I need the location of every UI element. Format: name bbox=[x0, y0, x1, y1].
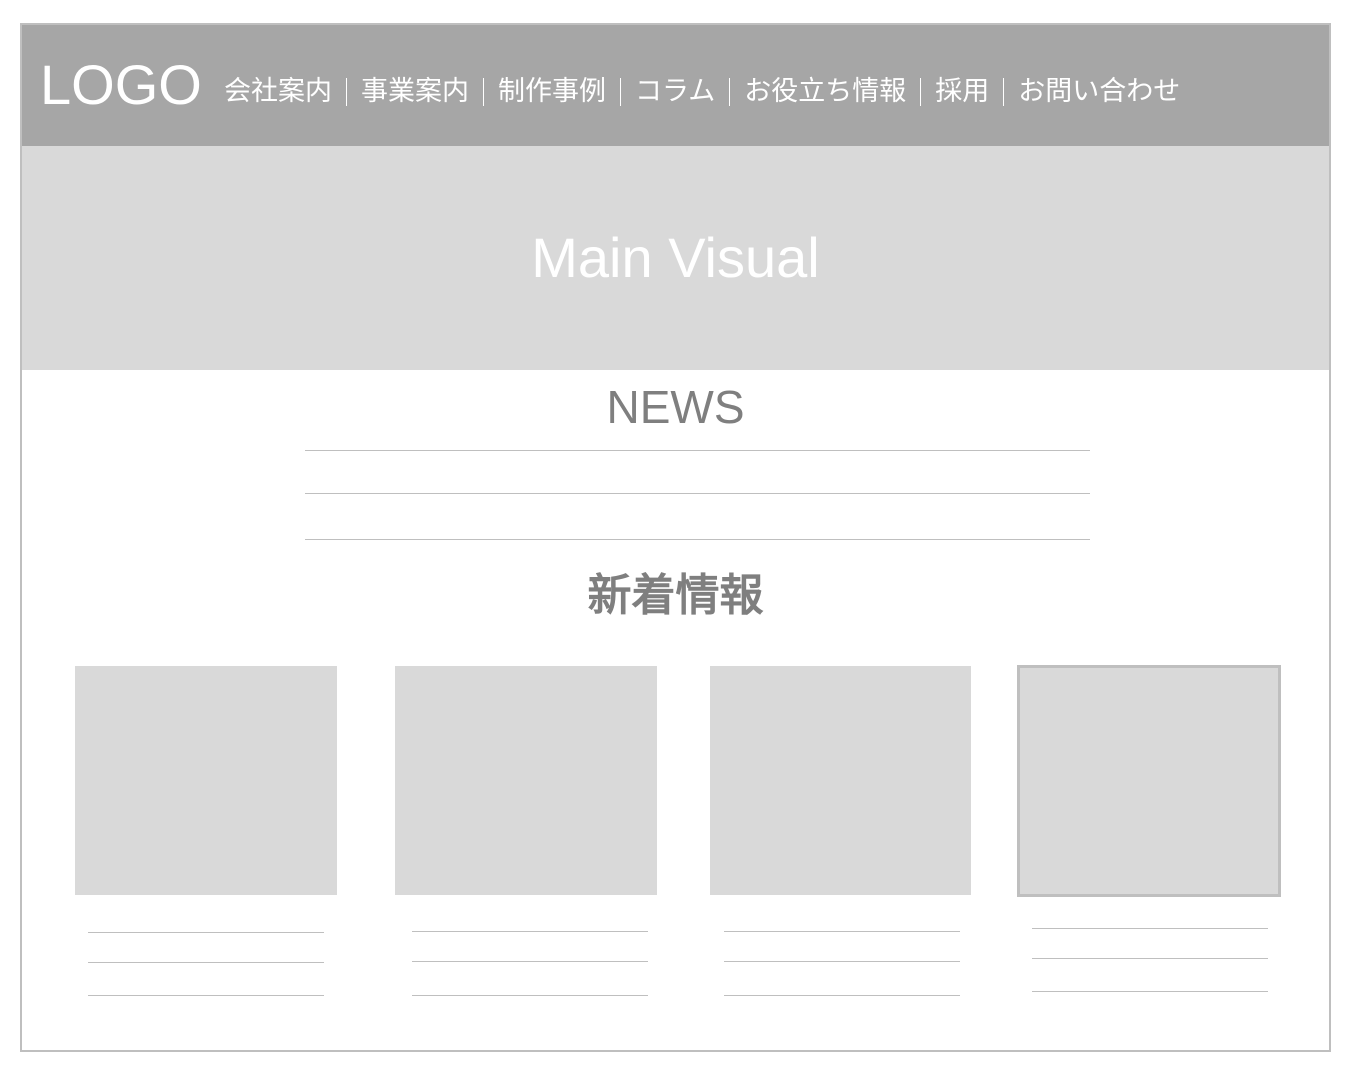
nav-item-business[interactable]: 事業案内 bbox=[361, 75, 469, 109]
nav-separator bbox=[729, 78, 731, 106]
site-header: LOGO 会社案内 事業案内 制作事例 コラム お役立ち情報 採用 お問い合わせ bbox=[22, 25, 1329, 146]
nav-separator bbox=[1003, 78, 1005, 106]
logo[interactable]: LOGO bbox=[40, 55, 202, 115]
card-text-line bbox=[1032, 928, 1268, 929]
card-text-line bbox=[88, 932, 324, 933]
card-text-line bbox=[1032, 991, 1268, 992]
card-text-line bbox=[88, 995, 324, 996]
card-text-line bbox=[724, 931, 960, 932]
card-text-line bbox=[724, 961, 960, 962]
page-frame: LOGO 会社案内 事業案内 制作事例 コラム お役立ち情報 採用 お問い合わせ… bbox=[20, 23, 1331, 1052]
nav-item-company[interactable]: 会社案内 bbox=[224, 75, 332, 109]
latest-info-heading: 新着情報 bbox=[587, 570, 764, 621]
card-image[interactable] bbox=[710, 666, 971, 895]
nav-separator bbox=[483, 78, 484, 106]
nav-separator bbox=[920, 78, 922, 106]
card-image[interactable] bbox=[75, 666, 337, 895]
main-visual-label: Main Visual bbox=[531, 226, 820, 289]
nav-separator bbox=[620, 78, 621, 106]
card-image[interactable] bbox=[1017, 665, 1281, 897]
global-nav: 会社案内 事業案内 制作事例 コラム お役立ち情報 採用 お問い合わせ bbox=[224, 75, 1180, 109]
card-text-line bbox=[412, 995, 648, 996]
main-visual: Main Visual bbox=[22, 146, 1329, 370]
news-heading: NEWS bbox=[606, 381, 745, 433]
card-text-line bbox=[1032, 958, 1268, 959]
nav-item-column[interactable]: コラム bbox=[635, 75, 715, 109]
nav-separator bbox=[346, 78, 347, 106]
card-text-line bbox=[412, 961, 648, 962]
card-text-line bbox=[412, 931, 648, 932]
card-text-line bbox=[88, 962, 324, 963]
news-item-line[interactable] bbox=[305, 450, 1090, 451]
news-item-line[interactable] bbox=[305, 493, 1090, 494]
nav-item-useful-info[interactable]: お役立ち情報 bbox=[744, 75, 906, 109]
news-item-line[interactable] bbox=[305, 539, 1090, 540]
nav-item-works[interactable]: 制作事例 bbox=[498, 75, 606, 109]
card-text-line bbox=[724, 995, 960, 996]
card-image[interactable] bbox=[395, 666, 657, 895]
nav-item-contact[interactable]: お問い合わせ bbox=[1018, 75, 1180, 109]
nav-item-recruit[interactable]: 採用 bbox=[935, 75, 989, 109]
